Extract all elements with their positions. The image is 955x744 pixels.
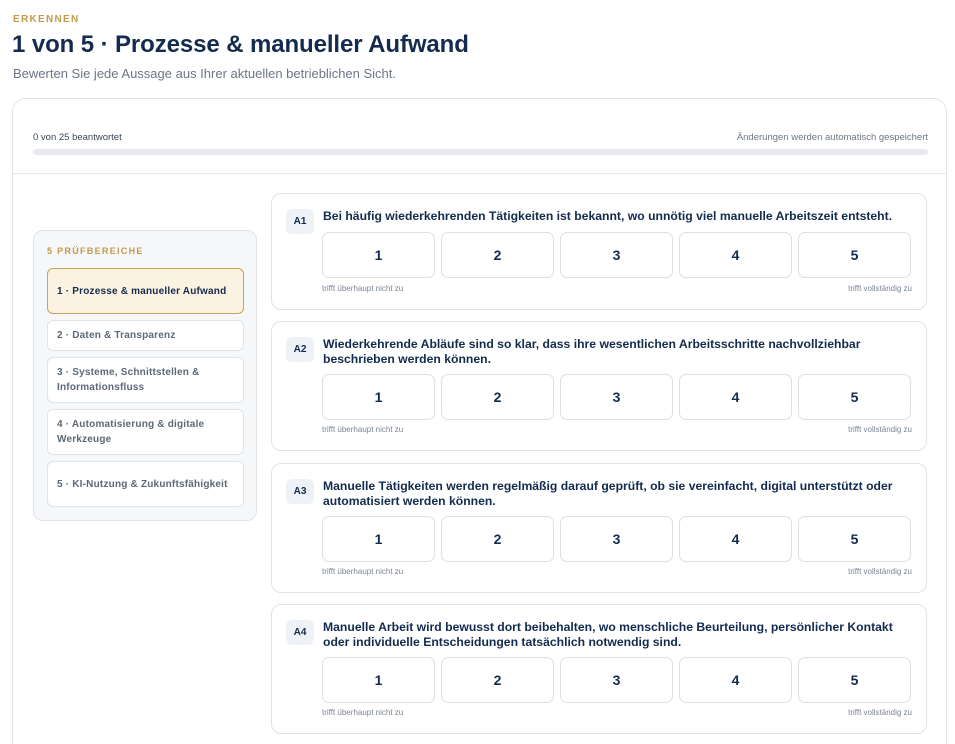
- question-id-badge: A2: [286, 337, 314, 362]
- rating-button-2[interactable]: 2: [441, 657, 554, 703]
- autosave-note: Änderungen werden automatisch gespeicher…: [736, 132, 928, 143]
- eyebrow: ERKENNEN: [13, 14, 80, 25]
- question-id-badge: A3: [286, 479, 314, 504]
- question-card-a4: A4 Manuelle Arbeit wird bewusst dort bei…: [271, 604, 927, 734]
- scale-min-label: trifft überhaupt nicht zu: [322, 567, 404, 576]
- rating-button-2[interactable]: 2: [441, 374, 554, 420]
- assessment-card: 0 von 25 beantwortet Änderungen werden a…: [12, 98, 947, 744]
- rating-button-2[interactable]: 2: [441, 516, 554, 562]
- rating-button-3[interactable]: 3: [560, 374, 673, 420]
- rating-scale: 1 2 3 4 5: [322, 516, 911, 562]
- sidebar-item-label: 4 · Automatisierung & digitale Werkzeuge: [57, 419, 205, 445]
- question-text: Bei häufig wiederkehrenden Tätigkeiten i…: [323, 209, 893, 223]
- scale-max-label: trifft vollständig zu: [848, 284, 912, 293]
- sidebar-item-ki-nutzung[interactable]: 5 · KI-Nutzung & Zukunftsfähigkeit: [47, 461, 244, 507]
- question-card-a2: A2 Wiederkehrende Abläufe sind so klar, …: [271, 321, 927, 451]
- rating-button-3[interactable]: 3: [560, 516, 673, 562]
- sidebar-item-label: 5 · KI-Nutzung & Zukunftsfähigkeit: [57, 478, 228, 490]
- rating-scale: 1 2 3 4 5: [322, 657, 911, 703]
- rating-button-4[interactable]: 4: [679, 657, 792, 703]
- section-sidebar: 5 PRÜFBEREICHE 1 · Prozesse & manueller …: [33, 230, 257, 521]
- question-card-a1: A1 Bei häufig wiederkehrenden Tätigkeite…: [271, 193, 927, 310]
- question-text: Manuelle Tätigkeiten werden regelmäßig d…: [323, 479, 893, 508]
- question-text: Manuelle Arbeit wird bewusst dort beibeh…: [323, 620, 893, 649]
- scale-max-label: trifft vollständig zu: [848, 567, 912, 576]
- scale-min-label: trifft überhaupt nicht zu: [322, 284, 404, 293]
- rating-button-3[interactable]: 3: [560, 232, 673, 278]
- sidebar-item-label: 3 · Systeme, Schnittstellen & Informatio…: [57, 367, 200, 393]
- scale-min-label: trifft überhaupt nicht zu: [322, 425, 404, 434]
- rating-button-5[interactable]: 5: [798, 516, 911, 562]
- progress-count: 0 von 25 beantwortet: [33, 132, 122, 143]
- rating-button-3[interactable]: 3: [560, 657, 673, 703]
- rating-button-1[interactable]: 1: [322, 657, 435, 703]
- rating-button-1[interactable]: 1: [322, 516, 435, 562]
- question-id-badge: A1: [286, 209, 314, 234]
- progress-bar: [33, 149, 928, 155]
- question-text: Wiederkehrende Abläufe sind so klar, das…: [323, 337, 861, 366]
- rating-scale: 1 2 3 4 5: [322, 232, 911, 278]
- sidebar-item-label: 1 · Prozesse & manueller Aufwand: [57, 285, 227, 297]
- scale-max-label: trifft vollständig zu: [848, 708, 912, 717]
- sidebar-item-systeme[interactable]: 3 · Systeme, Schnittstellen & Informatio…: [47, 357, 244, 403]
- sidebar-heading: 5 PRÜFBEREICHE: [47, 246, 144, 256]
- rating-scale: 1 2 3 4 5: [322, 374, 911, 420]
- rating-button-2[interactable]: 2: [441, 232, 554, 278]
- sidebar-item-label: 2 · Daten & Transparenz: [57, 330, 176, 341]
- divider: [13, 173, 946, 174]
- rating-button-4[interactable]: 4: [679, 374, 792, 420]
- scale-max-label: trifft vollständig zu: [848, 425, 912, 434]
- rating-button-5[interactable]: 5: [798, 232, 911, 278]
- page-title: 1 von 5 · Prozesse & manueller Aufwand: [12, 31, 469, 58]
- rating-button-4[interactable]: 4: [679, 516, 792, 562]
- sidebar-item-prozesse[interactable]: 1 · Prozesse & manueller Aufwand: [47, 268, 244, 314]
- page-subtitle: Bewerten Sie jede Aussage aus Ihrer aktu…: [13, 66, 397, 81]
- rating-button-1[interactable]: 1: [322, 232, 435, 278]
- question-card-a3: A3 Manuelle Tätigkeiten werden regelmäßi…: [271, 463, 927, 593]
- sidebar-item-daten[interactable]: 2 · Daten & Transparenz: [47, 320, 244, 351]
- question-id-badge: A4: [286, 620, 314, 645]
- sidebar-item-automatisierung[interactable]: 4 · Automatisierung & digitale Werkzeuge: [47, 409, 244, 455]
- rating-button-4[interactable]: 4: [679, 232, 792, 278]
- rating-button-5[interactable]: 5: [798, 657, 911, 703]
- scale-min-label: trifft überhaupt nicht zu: [322, 708, 404, 717]
- rating-button-5[interactable]: 5: [798, 374, 911, 420]
- rating-button-1[interactable]: 1: [322, 374, 435, 420]
